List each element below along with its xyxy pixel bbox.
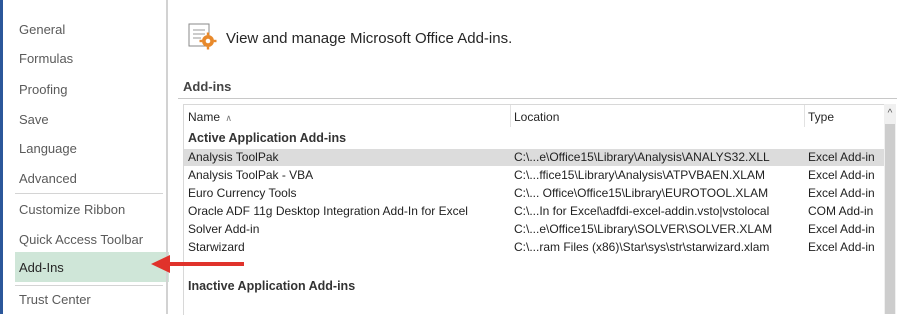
table-scrollbar[interactable]: ^	[884, 104, 896, 314]
nav-item-proofing[interactable]: Proofing	[19, 82, 67, 97]
section-divider	[178, 98, 897, 99]
table-row[interactable]: Analysis ToolPak C:\...e\Office15\Librar…	[184, 149, 885, 166]
nav-divider	[15, 285, 163, 286]
table-row[interactable]: Oracle ADF 11g Desktop Integration Add-I…	[184, 203, 885, 220]
section-title: Add-ins	[183, 79, 232, 94]
nav-item-trust-center[interactable]: Trust Center	[19, 292, 91, 307]
column-header-type[interactable]: Type	[808, 110, 834, 124]
nav-item-advanced[interactable]: Advanced	[19, 171, 77, 186]
column-header-location[interactable]: Location	[514, 110, 559, 124]
table-row[interactable]: Euro Currency Tools C:\... Office\Office…	[184, 185, 885, 202]
addins-table: Name ∧ Location Type Active Application …	[183, 104, 885, 315]
column-divider[interactable]	[804, 105, 805, 127]
group-title-inactive: Inactive Application Add-ins	[188, 279, 356, 293]
addin-location: C:\...e\Office15\Library\SOLVER\SOLVER.X…	[514, 222, 773, 236]
addins-gear-icon	[188, 23, 217, 50]
scroll-thumb[interactable]	[885, 124, 895, 314]
addin-type: Excel Add-in	[808, 222, 875, 236]
addin-type: Excel Add-in	[808, 150, 875, 164]
scroll-up-arrow-icon[interactable]: ^	[884, 108, 896, 120]
page-description: View and manage Microsoft Office Add-ins…	[226, 30, 513, 47]
addin-name: Solver Add-in	[188, 222, 260, 236]
nav-item-quick-access-toolbar[interactable]: Quick Access Toolbar	[19, 232, 143, 247]
table-row[interactable]: Analysis ToolPak - VBA C:\...ffice15\Lib…	[184, 167, 885, 184]
nav-item-customize-ribbon[interactable]: Customize Ribbon	[19, 202, 125, 217]
nav-divider	[15, 193, 163, 194]
nav-item-general[interactable]: General	[19, 22, 65, 37]
addin-name: Analysis ToolPak	[188, 150, 279, 164]
column-header-name[interactable]: Name ∧	[188, 110, 232, 124]
column-divider[interactable]	[510, 105, 511, 127]
addin-location: C:\...In for Excel\adfdi-excel-addin.vst…	[514, 204, 770, 218]
nav-item-add-ins[interactable]: Add-Ins	[19, 260, 64, 275]
addin-location: C:\...ffice15\Library\Analysis\ATPVBAEN.…	[514, 168, 765, 182]
nav-item-language[interactable]: Language	[19, 141, 77, 156]
group-title-active: Active Application Add-ins	[188, 131, 347, 145]
addin-name: Starwizard	[188, 240, 245, 254]
table-row[interactable]: Solver Add-in C:\...e\Office15\Library\S…	[184, 221, 885, 238]
red-arrow-icon	[151, 255, 244, 273]
addin-location: C:\...e\Office15\Library\Analysis\ANALYS…	[514, 150, 770, 164]
addin-name: Oracle ADF 11g Desktop Integration Add-I…	[188, 204, 468, 218]
nav-item-formulas[interactable]: Formulas	[19, 51, 73, 66]
nav-item-save[interactable]: Save	[19, 112, 49, 127]
options-nav: General Formulas Proofing Save Language …	[0, 0, 169, 314]
table-row[interactable]: Starwizard C:\...ram Files (x86)\Star\sy…	[184, 239, 885, 256]
addin-location: C:\... Office\Office15\Library\EUROTOOL.…	[514, 186, 769, 200]
table-header: Name ∧ Location Type	[184, 105, 885, 127]
sort-ascending-icon: ∧	[225, 113, 232, 123]
addin-location: C:\...ram Files (x86)\Star\sys\str\starw…	[514, 240, 770, 254]
addins-pane: View and manage Microsoft Office Add-ins…	[168, 0, 897, 315]
addin-type: Excel Add-in	[808, 186, 875, 200]
addin-type: Excel Add-in	[808, 240, 875, 254]
addin-name: Euro Currency Tools	[188, 186, 297, 200]
addin-name: Analysis ToolPak - VBA	[188, 168, 314, 182]
addin-type: COM Add-in	[808, 204, 874, 218]
addin-type: Excel Add-in	[808, 168, 875, 182]
